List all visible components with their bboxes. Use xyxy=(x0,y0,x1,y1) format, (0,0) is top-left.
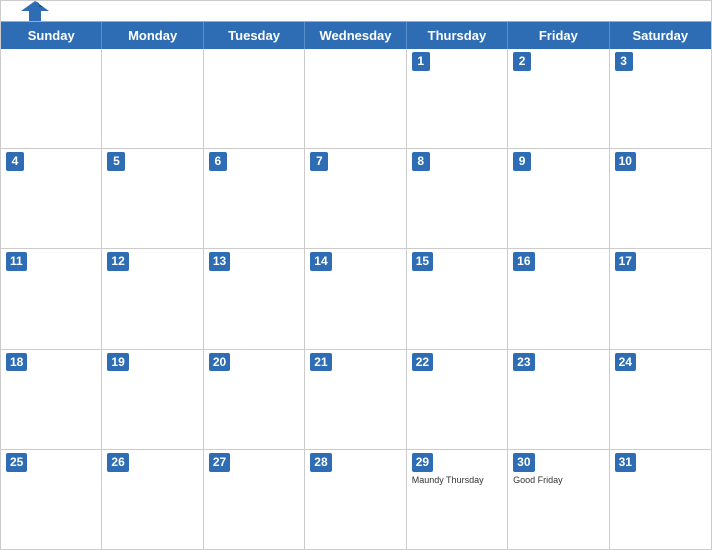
week-row-1: 1 2 3 xyxy=(1,49,711,148)
day-cell: 16 xyxy=(508,249,609,348)
calendar-container: SundayMondayTuesdayWednesdayThursdayFrid… xyxy=(0,0,712,550)
day-cell xyxy=(1,49,102,148)
week-row-4: 18 19 20 21 22 23 24 xyxy=(1,349,711,449)
day-number: 29 xyxy=(412,453,433,472)
day-cell: 10 xyxy=(610,149,711,248)
day-cell: 11 xyxy=(1,249,102,348)
day-number: 2 xyxy=(513,52,531,71)
day-cell: 26 xyxy=(102,450,203,549)
logo-icon xyxy=(21,0,49,23)
day-header-thursday: Thursday xyxy=(407,22,508,49)
day-header-tuesday: Tuesday xyxy=(204,22,305,49)
day-cell: 6 xyxy=(204,149,305,248)
day-number: 23 xyxy=(513,353,534,372)
day-number: 14 xyxy=(310,252,331,271)
day-header-saturday: Saturday xyxy=(610,22,711,49)
day-cell: 30 Good Friday xyxy=(508,450,609,549)
day-cell: 7 xyxy=(305,149,406,248)
day-header-monday: Monday xyxy=(102,22,203,49)
day-number: 8 xyxy=(412,152,430,171)
day-number: 15 xyxy=(412,252,433,271)
day-number: 7 xyxy=(310,152,328,171)
day-cell: 21 xyxy=(305,350,406,449)
day-cell: 15 xyxy=(407,249,508,348)
day-cell xyxy=(305,49,406,148)
day-cell: 25 xyxy=(1,450,102,549)
holiday-name: Maundy Thursday xyxy=(412,475,502,486)
day-header-friday: Friday xyxy=(508,22,609,49)
day-cell: 14 xyxy=(305,249,406,348)
day-cell: 27 xyxy=(204,450,305,549)
day-number: 28 xyxy=(310,453,331,472)
day-number: 19 xyxy=(107,353,128,372)
day-number: 4 xyxy=(6,152,24,171)
day-cell: 19 xyxy=(102,350,203,449)
day-headers: SundayMondayTuesdayWednesdayThursdayFrid… xyxy=(1,22,711,49)
day-number: 26 xyxy=(107,453,128,472)
day-number: 18 xyxy=(6,353,27,372)
day-cell: 18 xyxy=(1,350,102,449)
day-number: 27 xyxy=(209,453,230,472)
week-row-5: 25 26 27 28 29 Maundy Thursday 30 Good Friday 31 xyxy=(1,449,711,549)
day-number: 25 xyxy=(6,453,27,472)
day-number: 5 xyxy=(107,152,125,171)
day-number: 11 xyxy=(6,252,27,271)
day-number: 21 xyxy=(310,353,331,372)
day-number: 22 xyxy=(412,353,433,372)
day-cell: 1 xyxy=(407,49,508,148)
week-row-3: 11 12 13 14 15 16 17 xyxy=(1,248,711,348)
day-number: 1 xyxy=(412,52,430,71)
day-cell: 24 xyxy=(610,350,711,449)
day-number: 30 xyxy=(513,453,534,472)
day-cell: 3 xyxy=(610,49,711,148)
day-cell: 29 Maundy Thursday xyxy=(407,450,508,549)
day-number: 31 xyxy=(615,453,636,472)
day-cell: 31 xyxy=(610,450,711,549)
calendar-grid: SundayMondayTuesdayWednesdayThursdayFrid… xyxy=(1,21,711,549)
day-number: 16 xyxy=(513,252,534,271)
day-number: 13 xyxy=(209,252,230,271)
holiday-name: Good Friday xyxy=(513,475,603,486)
week-row-2: 4 5 6 7 8 9 10 xyxy=(1,148,711,248)
day-cell: 5 xyxy=(102,149,203,248)
logo xyxy=(21,0,53,23)
day-cell: 20 xyxy=(204,350,305,449)
day-number: 3 xyxy=(615,52,633,71)
day-header-wednesday: Wednesday xyxy=(305,22,406,49)
weeks: 1234567891011121314151617181920212223242… xyxy=(1,49,711,549)
day-header-sunday: Sunday xyxy=(1,22,102,49)
day-number: 20 xyxy=(209,353,230,372)
day-cell: 12 xyxy=(102,249,203,348)
day-cell: 8 xyxy=(407,149,508,248)
day-number: 17 xyxy=(615,252,636,271)
day-cell xyxy=(102,49,203,148)
day-cell: 9 xyxy=(508,149,609,248)
day-cell xyxy=(204,49,305,148)
day-number: 10 xyxy=(615,152,636,171)
day-cell: 13 xyxy=(204,249,305,348)
day-cell: 22 xyxy=(407,350,508,449)
day-number: 6 xyxy=(209,152,227,171)
day-cell: 4 xyxy=(1,149,102,248)
calendar-header xyxy=(1,1,711,21)
day-cell: 23 xyxy=(508,350,609,449)
day-number: 24 xyxy=(615,353,636,372)
day-number: 9 xyxy=(513,152,531,171)
day-cell: 28 xyxy=(305,450,406,549)
day-cell: 17 xyxy=(610,249,711,348)
day-cell: 2 xyxy=(508,49,609,148)
day-number: 12 xyxy=(107,252,128,271)
